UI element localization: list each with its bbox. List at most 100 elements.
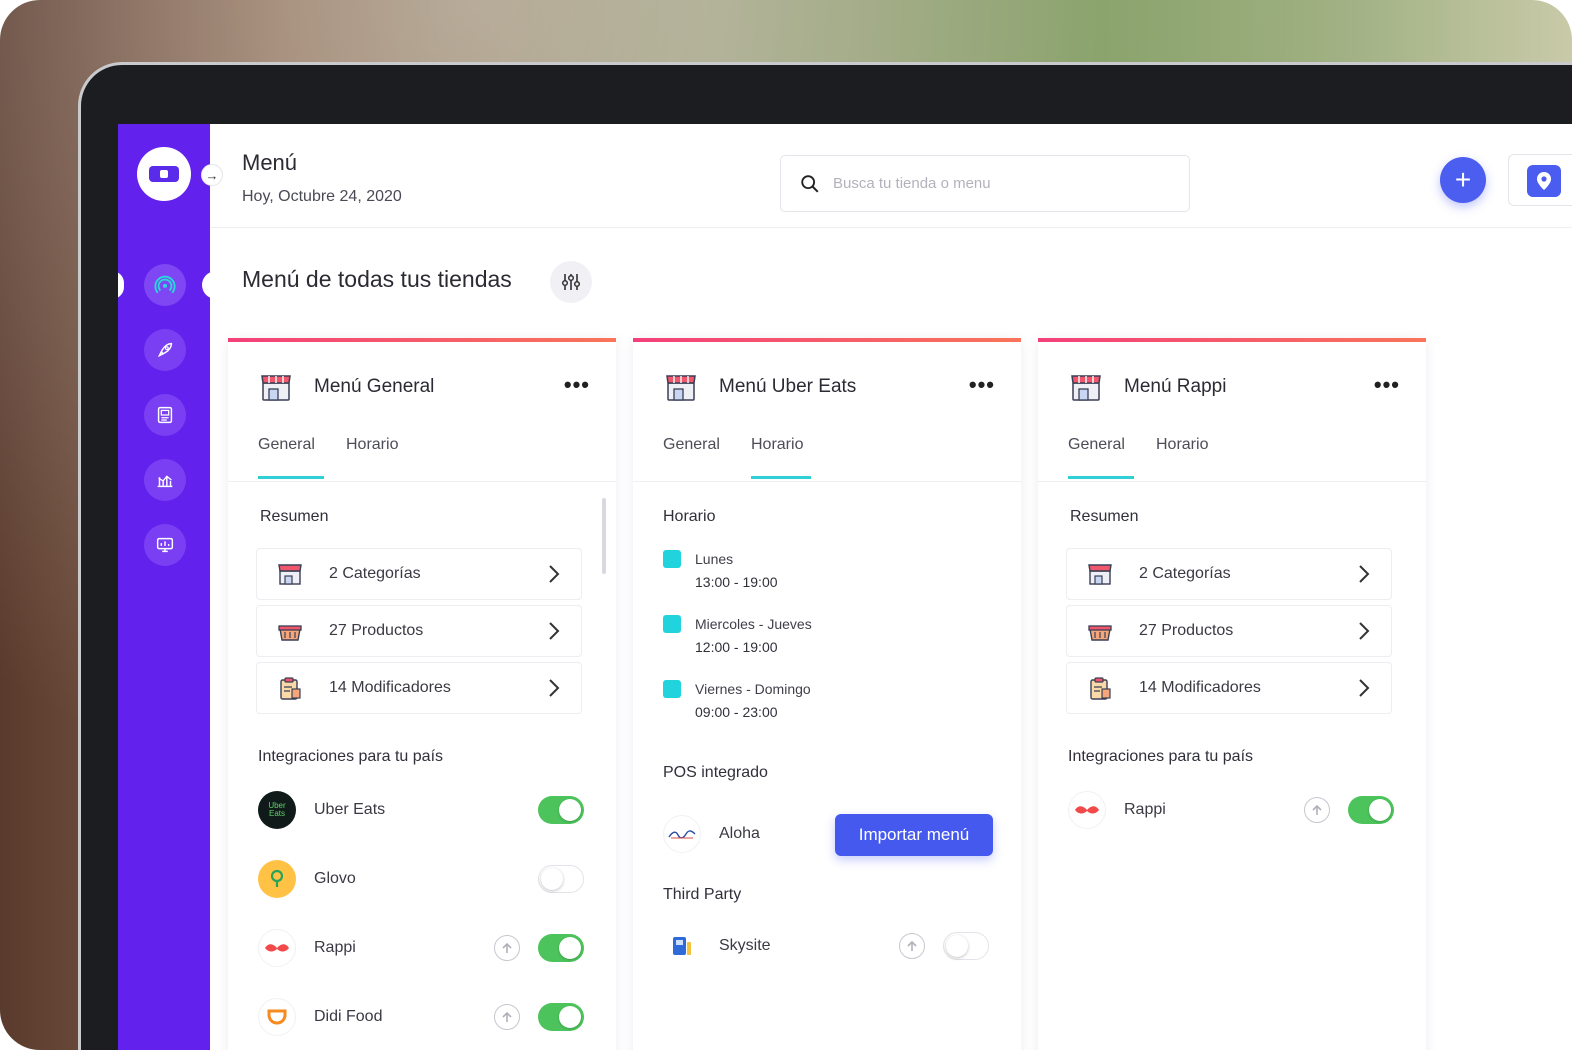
sliders-icon bbox=[561, 274, 581, 290]
rocket-icon bbox=[157, 342, 173, 358]
summary-heading: Resumen bbox=[1070, 508, 1139, 525]
location-pin-icon bbox=[1527, 165, 1561, 197]
clipboard-icon bbox=[280, 677, 301, 700]
row-label: 14 Modificadores bbox=[1139, 679, 1261, 696]
schedule-days: Miercoles - Jueves bbox=[695, 616, 812, 632]
integration-toggle[interactable] bbox=[538, 1003, 584, 1031]
add-button[interactable]: + bbox=[1440, 157, 1486, 203]
card-title: Menú General bbox=[314, 376, 435, 397]
chart-icon bbox=[157, 475, 173, 488]
tab-schedule[interactable]: Horario bbox=[751, 436, 803, 454]
sidebar-item-launch[interactable] bbox=[144, 329, 186, 371]
tab-general[interactable]: General bbox=[1068, 436, 1125, 454]
active-tab-underline bbox=[1068, 476, 1134, 479]
row-label: 2 Categorías bbox=[1139, 565, 1231, 582]
glovo-logo bbox=[258, 860, 296, 898]
upload-icon[interactable] bbox=[899, 933, 925, 959]
list-row-categories[interactable]: 2 Categorías bbox=[256, 548, 582, 600]
schedule-item: Miercoles - Jueves 12:00 - 19:00 bbox=[663, 615, 983, 661]
search-icon bbox=[801, 174, 819, 193]
scrollbar[interactable] bbox=[602, 498, 606, 574]
chevron-right-icon bbox=[549, 565, 560, 583]
integration-rappi: Rappi bbox=[258, 928, 584, 968]
active-tab-underline bbox=[258, 476, 324, 479]
card-header: Menú Uber Eats ••• General Horario bbox=[633, 342, 1021, 482]
more-options-icon[interactable]: ••• bbox=[1374, 372, 1400, 398]
schedule-hours: 09:00 - 23:00 bbox=[695, 704, 778, 720]
upload-icon[interactable] bbox=[494, 935, 520, 961]
integration-glovo: Glovo bbox=[258, 859, 584, 899]
chevron-right-icon bbox=[549, 679, 560, 697]
card-title: Menú Rappi bbox=[1124, 376, 1227, 397]
sidebar-item-broadcast[interactable] bbox=[144, 264, 186, 306]
schedule-heading: Horario bbox=[663, 508, 716, 525]
integration-toggle[interactable] bbox=[538, 865, 584, 893]
upload-icon[interactable] bbox=[1304, 797, 1330, 823]
integration-toggle[interactable] bbox=[943, 932, 989, 960]
skysite-logo bbox=[663, 927, 701, 965]
rappi-logo bbox=[1068, 791, 1106, 829]
list-row-modifiers[interactable]: 14 Modificadores bbox=[256, 662, 582, 714]
integration-name: Rappi bbox=[314, 939, 356, 956]
list-row-categories[interactable]: 2 Categorías bbox=[1066, 548, 1392, 600]
menu-book-icon bbox=[157, 406, 173, 424]
tab-schedule[interactable]: Horario bbox=[1156, 436, 1208, 454]
list-row-products[interactable]: 27 Productos bbox=[256, 605, 582, 657]
schedule-hours: 12:00 - 19:00 bbox=[695, 639, 778, 655]
schedule-days: Viernes - Domingo bbox=[695, 681, 811, 697]
schedule-marker bbox=[663, 615, 681, 633]
chevron-right-icon bbox=[549, 622, 560, 640]
active-indicator bbox=[118, 271, 124, 299]
sidebar bbox=[118, 124, 216, 1050]
tab-general[interactable]: General bbox=[663, 436, 720, 454]
tab-schedule[interactable]: Horario bbox=[346, 436, 398, 454]
chevron-right-icon bbox=[1359, 565, 1370, 583]
chevron-right-icon bbox=[1359, 679, 1370, 697]
menu-card-rappi: Menú Rappi ••• General Horario Resumen 2… bbox=[1038, 338, 1426, 1050]
clipboard-icon bbox=[1090, 677, 1111, 700]
plus-icon: + bbox=[1454, 164, 1472, 195]
integration-toggle[interactable] bbox=[538, 934, 584, 962]
pos-heading: POS integrado bbox=[663, 764, 768, 781]
menu-card-general: Menú General ••• General Horario Resumen… bbox=[228, 338, 616, 1050]
filter-button[interactable] bbox=[550, 261, 592, 303]
more-options-icon[interactable]: ••• bbox=[564, 372, 590, 398]
integration-toggle[interactable] bbox=[1348, 796, 1394, 824]
menu-card-uber-eats: Menú Uber Eats ••• General Horario Horar… bbox=[633, 338, 1021, 1050]
integration-name: Uber Eats bbox=[314, 801, 386, 818]
sidebar-item-reports[interactable] bbox=[144, 524, 186, 566]
import-menu-button[interactable]: Importar menú bbox=[835, 814, 993, 856]
monitor-chart-icon bbox=[156, 537, 174, 553]
card-title: Menú Uber Eats bbox=[719, 376, 857, 397]
integrations-heading: Integraciones para tu país bbox=[1068, 748, 1254, 765]
basket-icon bbox=[1088, 625, 1112, 641]
search-box[interactable] bbox=[780, 155, 1190, 212]
location-button[interactable] bbox=[1508, 154, 1572, 206]
aloha-logo bbox=[663, 815, 701, 853]
third-party-heading: Third Party bbox=[663, 886, 742, 903]
list-row-products[interactable]: 27 Productos bbox=[1066, 605, 1392, 657]
search-input[interactable] bbox=[833, 175, 1173, 192]
pos-aloha: Aloha bbox=[663, 814, 833, 854]
app-logo[interactable] bbox=[137, 147, 191, 201]
active-indicator-right bbox=[202, 271, 216, 299]
schedule-days: Lunes bbox=[695, 551, 734, 567]
uber-eats-logo-text: Uber Eats bbox=[268, 801, 286, 818]
tab-general[interactable]: General bbox=[258, 436, 315, 454]
app-screen: → Menú Hoy, Octubre 24, 2020 + Menú de t… bbox=[118, 124, 1572, 1050]
section-title: Menú de todas tus tiendas bbox=[242, 266, 512, 292]
more-options-icon[interactable]: ••• bbox=[969, 372, 995, 398]
sidebar-item-menus[interactable] bbox=[144, 394, 186, 436]
pos-name: Aloha bbox=[719, 825, 760, 842]
upload-icon[interactable] bbox=[494, 1004, 520, 1030]
logo-mark-icon bbox=[149, 166, 179, 182]
integration-toggle[interactable] bbox=[538, 796, 584, 824]
card-header: Menú General ••• General Horario bbox=[228, 342, 616, 482]
active-tab-underline bbox=[751, 476, 811, 479]
integration-name: Skysite bbox=[719, 937, 771, 954]
list-row-modifiers[interactable]: 14 Modificadores bbox=[1066, 662, 1392, 714]
summary-heading: Resumen bbox=[260, 508, 329, 525]
sidebar-item-analytics[interactable] bbox=[144, 459, 186, 501]
header: Menú Hoy, Octubre 24, 2020 + bbox=[210, 124, 1572, 228]
integration-name: Glovo bbox=[314, 870, 356, 887]
